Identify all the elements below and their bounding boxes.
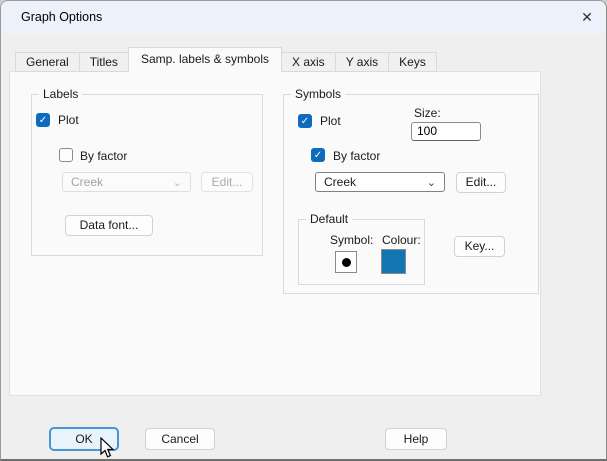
colour-picker-button[interactable] [381,249,406,274]
tab-strip: General Titles Samp. labels & symbols X … [15,47,436,72]
labels-by-factor-label: By factor [80,149,127,163]
symbols-factor-value: Creek [324,175,356,189]
size-label: Size: [414,106,441,120]
labels-plot-label: Plot [58,113,79,127]
tab-keys[interactable]: Keys [388,52,437,72]
chevron-down-icon: ⌄ [427,174,436,192]
symbols-by-factor-checkbox[interactable]: ✓ [311,148,325,162]
graph-options-dialog: Graph Options ✕ General Titles Samp. lab… [0,0,607,461]
tab-y-axis[interactable]: Y axis [335,52,389,72]
title-bar: Graph Options ✕ [1,1,606,34]
symbols-plot-label: Plot [320,114,341,128]
symbols-group-title: Symbols [291,87,345,101]
tab-general[interactable]: General [15,52,80,72]
help-button[interactable]: Help [385,428,447,450]
symbol-label: Symbol: [330,233,373,247]
symbols-by-factor-label: By factor [333,149,380,163]
tab-samp-labels-symbols[interactable]: Samp. labels & symbols [128,47,282,72]
labels-factor-dropdown[interactable]: Creek ⌄ [62,172,191,192]
cancel-button[interactable]: Cancel [145,428,215,450]
labels-by-factor-checkbox[interactable] [59,148,73,162]
tab-page-panel: Labels ✓ Plot By factor Creek ⌄ Edit... … [9,71,541,396]
data-font-button[interactable]: Data font... [65,215,153,236]
default-group: Default Symbol: Colour: [298,219,425,285]
symbols-factor-dropdown[interactable]: Creek ⌄ [315,172,445,192]
labels-plot-checkbox[interactable]: ✓ [36,113,50,127]
labels-group-title: Labels [39,87,82,101]
key-button[interactable]: Key... [454,236,505,257]
tab-x-axis[interactable]: X axis [281,52,336,72]
mouse-cursor-icon [100,437,116,459]
dialog-title: Graph Options [21,1,102,34]
size-input[interactable]: 100 [411,122,481,141]
close-icon[interactable]: ✕ [574,4,600,30]
labels-factor-value: Creek [71,175,103,189]
colour-label: Colour: [382,233,421,247]
default-group-title: Default [306,212,352,226]
chevron-down-icon: ⌄ [173,174,182,192]
symbols-plot-checkbox[interactable]: ✓ [298,114,312,128]
labels-group: Labels ✓ Plot By factor Creek ⌄ Edit... … [31,94,263,256]
filled-circle-icon [342,258,351,267]
symbol-picker-button[interactable] [335,251,357,273]
tab-titles[interactable]: Titles [79,52,129,72]
labels-edit-button[interactable]: Edit... [201,172,253,192]
symbols-edit-button[interactable]: Edit... [456,172,506,193]
symbols-group: Symbols ✓ Plot Size: 100 ✓ By factor Cre… [283,94,539,294]
